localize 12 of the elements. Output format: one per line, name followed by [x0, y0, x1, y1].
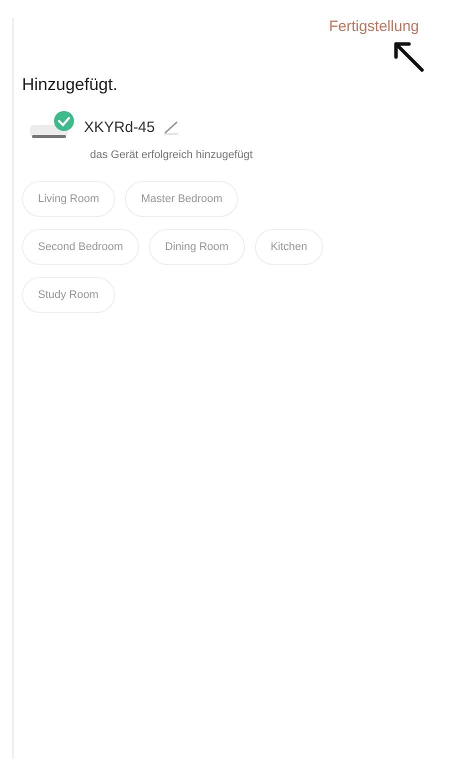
- done-link[interactable]: Fertigstellung: [328, 18, 419, 35]
- room-chip[interactable]: Master Bedroom: [125, 181, 238, 217]
- room-chip[interactable]: Dining Room: [149, 229, 245, 265]
- room-chip[interactable]: Study Room: [22, 277, 115, 313]
- page-title: Hinzugefügt.: [22, 75, 118, 95]
- room-chip[interactable]: Living Room: [22, 181, 116, 217]
- room-chip[interactable]: Second Bedroom: [22, 229, 139, 265]
- room-chip[interactable]: Kitchen: [254, 229, 324, 265]
- pencil-icon[interactable]: [162, 119, 179, 135]
- arrow-icon: [391, 39, 425, 73]
- status-text: das Gerät erfolgreich hinzugefügt: [90, 149, 254, 161]
- device-name: XKYRd-45: [84, 118, 155, 136]
